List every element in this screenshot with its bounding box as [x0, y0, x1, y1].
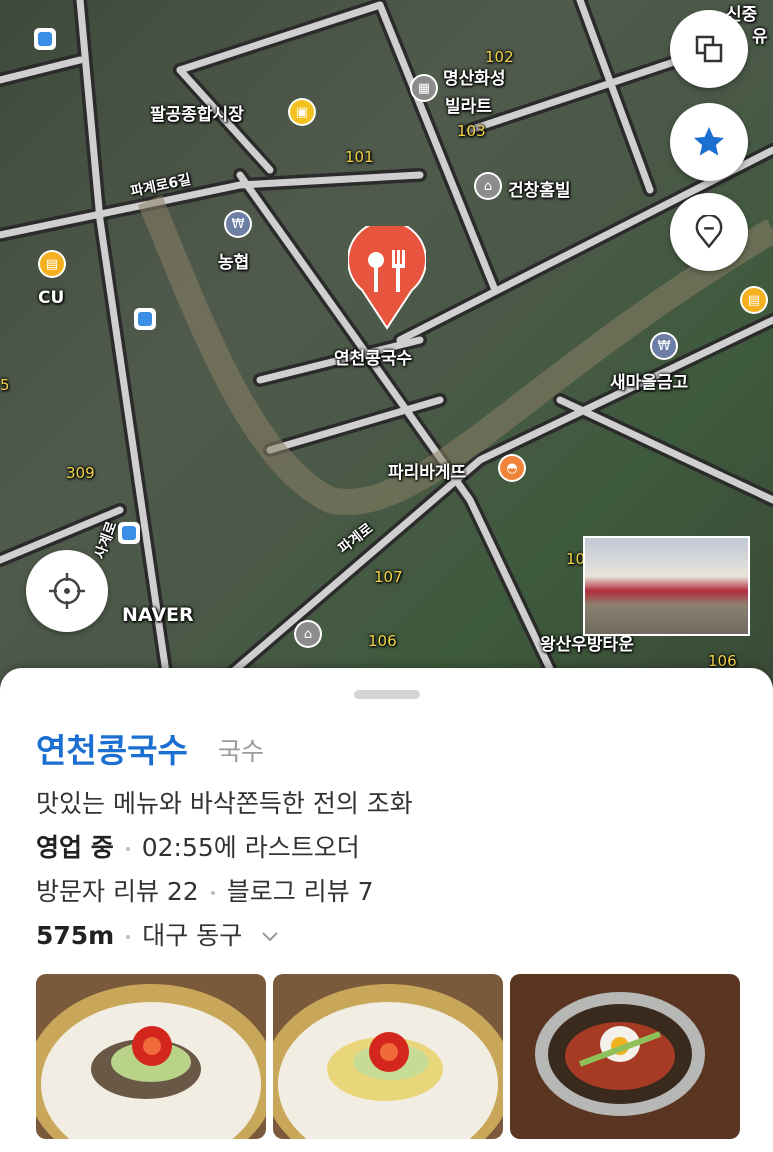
location-row[interactable]: 575m 대구 동구 — [36, 916, 280, 952]
label-num103: 103 — [457, 122, 486, 140]
current-location-button[interactable] — [26, 550, 108, 632]
place-category: 국수 — [218, 737, 265, 766]
bank-icon[interactable]: ₩ — [226, 212, 250, 236]
address: 대구 동구 — [142, 921, 243, 950]
market-icon[interactable]: ▣ — [290, 100, 314, 124]
layers-icon — [695, 35, 723, 63]
star-icon — [694, 127, 724, 156]
label-villart: 빌라트 — [445, 97, 492, 117]
building-icon[interactable]: ▦ — [412, 76, 436, 100]
chevron-down-icon[interactable] — [260, 921, 280, 950]
label-paris: 파리바게뜨 — [388, 463, 467, 483]
separator-dot — [210, 891, 215, 895]
visitor-reviews[interactable]: 방문자 리뷰 22 — [36, 877, 199, 906]
blog-reviews[interactable]: 블로그 리뷰 7 — [227, 877, 374, 906]
label-num102: 102 — [485, 48, 514, 66]
distance: 575m — [36, 921, 115, 950]
label-pin-name: 연천콩국수 — [334, 349, 413, 369]
restaurant-pin-icon[interactable] — [348, 226, 426, 330]
street-view-thumbnail[interactable] — [583, 536, 750, 636]
label-nonghyup: 농협 — [218, 253, 250, 273]
menu-photo-2[interactable] — [273, 974, 503, 1139]
separator-dot — [126, 935, 131, 939]
business-hours[interactable]: 영업 중 02:55에 라스트오더 — [36, 828, 360, 864]
label-num107: 107 — [374, 568, 403, 586]
bakery-icon[interactable]: ◓ — [500, 456, 524, 480]
label-market: 팔공종합시장 — [150, 105, 244, 125]
label-myungsan: 명산화성 — [443, 69, 506, 89]
menu-photo-1[interactable] — [36, 974, 266, 1139]
place-description: 맛있는 메뉴와 바삭쫀득한 전의 조화 — [36, 789, 413, 818]
layers-button[interactable] — [670, 10, 748, 88]
map-view[interactable]: 팔공종합시장 ▣ ▦ 명산화성 빌라트 102 103 101 ⌂ 건창홈빌 파… — [0, 0, 773, 700]
home-icon-2[interactable]: ⌂ — [296, 622, 320, 646]
label-num5: 5 — [0, 376, 10, 394]
location-pin-outline-icon — [695, 215, 723, 249]
menu-photo-3[interactable] — [510, 974, 740, 1139]
label-yu: 유 — [752, 27, 768, 47]
favorite-button[interactable] — [670, 103, 748, 181]
place-name[interactable]: 연천콩국수 — [36, 724, 188, 772]
convenience-store-icon-2[interactable]: ▤ — [742, 288, 766, 312]
reviews-row[interactable]: 방문자 리뷰 22 블로그 리뷰 7 — [36, 872, 374, 908]
bank-icon-2[interactable]: ₩ — [652, 334, 676, 358]
sheet-drag-handle[interactable] — [354, 690, 420, 699]
bus-stop-icon[interactable] — [34, 28, 56, 50]
open-status: 영업 중 — [36, 833, 114, 862]
label-geonchang: 건창홈빌 — [508, 181, 571, 201]
bus-stop-icon-2[interactable] — [134, 308, 156, 330]
home-icon[interactable]: ⌂ — [476, 174, 500, 198]
label-cu: CU — [38, 288, 65, 308]
naver-logo: NAVER — [122, 604, 194, 626]
location-button[interactable] — [670, 193, 748, 271]
bus-stop-icon-3[interactable] — [118, 522, 140, 544]
current-location-icon — [49, 573, 85, 609]
convenience-store-icon[interactable]: ▤ — [40, 252, 64, 276]
separator-dot — [125, 847, 130, 851]
label-num101: 101 — [345, 148, 374, 166]
place-info-sheet[interactable]: 연천콩국수 국수 맛있는 메뉴와 바삭쫀득한 전의 조화 영업 중 02:55에 … — [0, 668, 773, 1152]
label-saemaeul: 새마을금고 — [610, 373, 689, 393]
label-num309: 309 — [66, 464, 95, 482]
label-num106a: 106 — [368, 632, 397, 650]
last-order: 02:55에 라스트오더 — [141, 833, 360, 862]
